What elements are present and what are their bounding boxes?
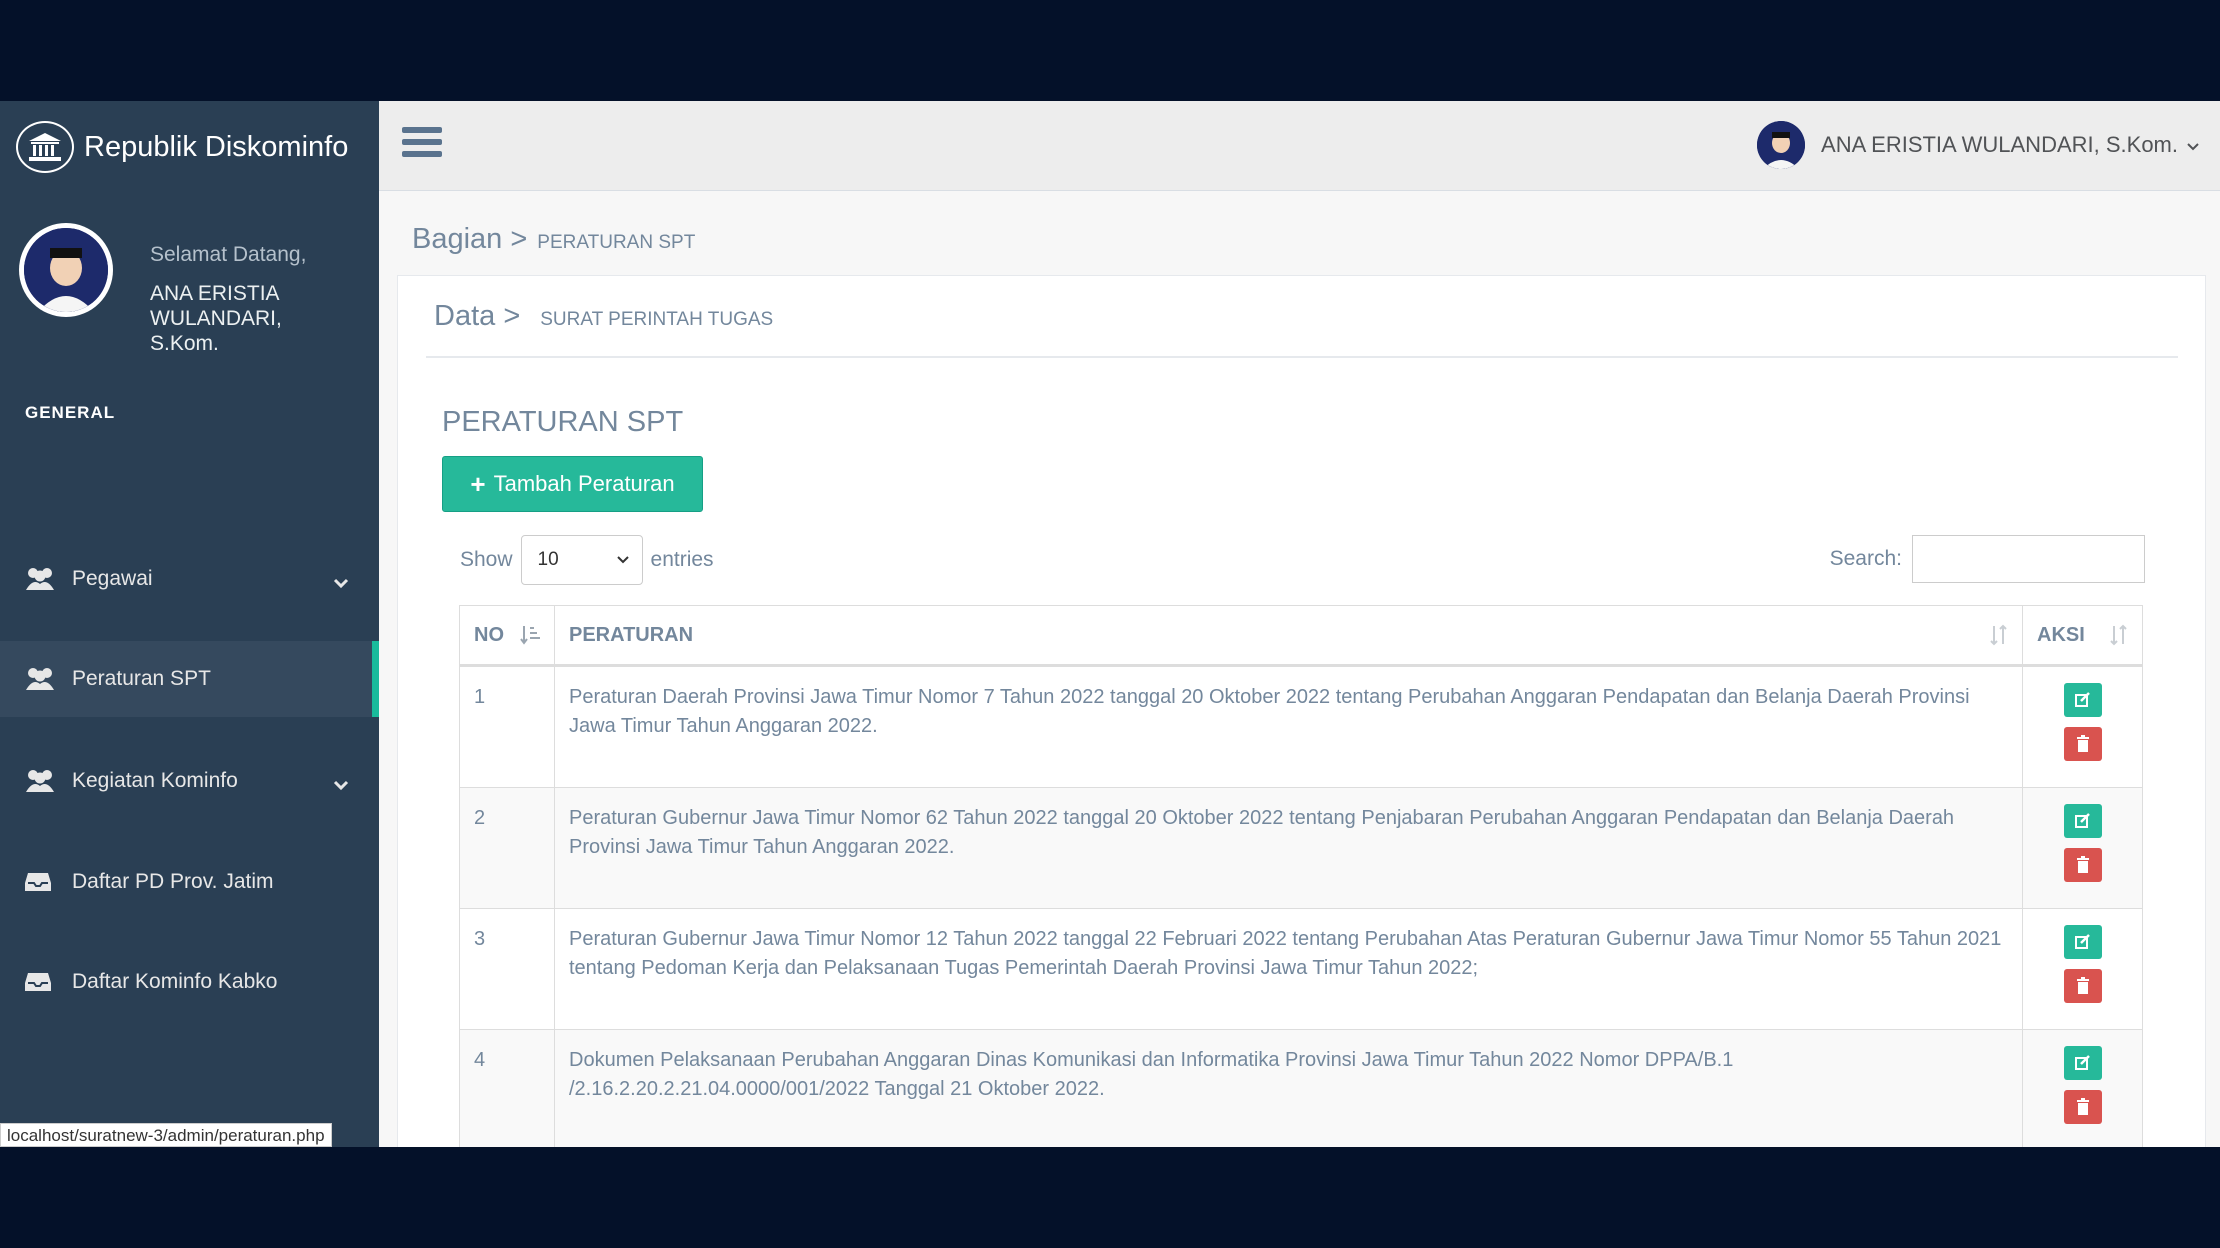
entries-label: entries: [650, 548, 714, 571]
avatar: [19, 223, 113, 317]
breadcrumb-root: Bagian >: [412, 223, 528, 255]
edit-button[interactable]: [2063, 804, 2102, 838]
app-window: Republik Diskominfo Selamat Datang, ANA …: [0, 101, 2220, 1147]
institution-icon: [16, 121, 74, 173]
column-header-aksi[interactable]: AKSI: [2022, 605, 2143, 667]
table-header-row: NO PERATURAN AKSI: [459, 605, 2143, 667]
row-actions: [2022, 908, 2143, 1030]
edit-icon: [2074, 692, 2090, 707]
sidebar: Republik Diskominfo Selamat Datang, ANA …: [0, 101, 379, 1147]
panel-title: Data > SURAT PERINTAH TUGAS: [434, 300, 773, 333]
profile-name: ANA ERISTIA WULANDARI, S.Kom.: [150, 282, 282, 355]
row-actions: [2022, 787, 2143, 909]
menu-toggle-icon[interactable]: [402, 127, 442, 163]
sort-asc-icon: [520, 624, 542, 652]
trash-icon: [2076, 1098, 2089, 1115]
trash-icon: [2076, 977, 2089, 994]
sidebar-item-label: Kegiatan Kominfo: [72, 769, 238, 792]
edit-icon: [2074, 813, 2090, 828]
sidebar-item-peraturan-spt[interactable]: Peraturan SPT: [0, 641, 379, 717]
panel-title-sub: SURAT PERINTAH TUGAS: [540, 309, 774, 330]
inbox-icon: [24, 871, 56, 893]
column-header-peraturan[interactable]: PERATURAN: [554, 605, 2023, 667]
table-row: 4 Dokumen Pelaksanaan Perubahan Anggaran…: [459, 1029, 2143, 1147]
trash-icon: [2076, 856, 2089, 873]
column-header-no[interactable]: NO: [459, 605, 555, 667]
sidebar-item-kegiatan-kominfo[interactable]: Kegiatan Kominfo: [0, 743, 379, 819]
edit-button[interactable]: [2063, 925, 2102, 959]
edit-icon: [2074, 934, 2090, 949]
breadcrumb-current: PERATURAN SPT: [537, 232, 696, 253]
sidebar-item-daftar-pd[interactable]: Daftar PD Prov. Jatim: [0, 844, 379, 920]
sort-icon: [1988, 624, 2010, 652]
users-icon: [24, 768, 56, 794]
chevron-down-icon: [333, 571, 349, 595]
plus-icon: +: [470, 468, 486, 499]
user-menu[interactable]: ANA ERISTIA WULANDARI, S.Kom.: [1757, 120, 2200, 170]
trash-icon: [2076, 735, 2089, 752]
sidebar-item-label: Peraturan SPT: [72, 667, 211, 690]
edit-button[interactable]: [2063, 683, 2102, 717]
inbox-icon: [24, 971, 56, 993]
entries-select-value: 10: [537, 549, 559, 570]
chevron-down-icon: [333, 773, 349, 797]
table-row: 1 Peraturan Daerah Provinsi Jawa Timur N…: [459, 665, 2143, 788]
delete-button[interactable]: [2063, 969, 2102, 1003]
row-number: 2: [459, 787, 555, 909]
sidebar-item-daftar-kominfo-kabko[interactable]: Daftar Kominfo Kabko: [0, 944, 379, 1020]
section-heading: PERATURAN SPT: [442, 406, 684, 438]
add-regulation-label: Tambah Peraturan: [493, 471, 675, 496]
row-regulation-text: Dokumen Pelaksanaan Perubahan Anggaran D…: [554, 1029, 2023, 1147]
welcome-text: Selamat Datang,: [150, 243, 307, 266]
chevron-down-icon: [616, 556, 629, 564]
delete-button[interactable]: [2063, 727, 2102, 761]
row-number: 4: [459, 1029, 555, 1147]
row-actions: [2022, 1029, 2143, 1147]
divider: [426, 356, 2178, 358]
edit-icon: [2074, 1055, 2090, 1070]
row-regulation-text: Peraturan Gubernur Jawa Timur Nomor 12 T…: [554, 908, 2023, 1030]
sidebar-item-pegawai[interactable]: Pegawai: [0, 541, 379, 617]
top-navbar: ANA ERISTIA WULANDARI, S.Kom.: [379, 101, 2220, 191]
panel-title-main: Data >: [434, 300, 521, 332]
sidebar-item-label: Daftar Kominfo Kabko: [72, 970, 278, 993]
row-regulation-text: Peraturan Daerah Provinsi Jawa Timur Nom…: [554, 665, 2023, 788]
users-icon: [24, 666, 56, 692]
table-row: 2 Peraturan Gubernur Jawa Timur Nomor 62…: [459, 787, 2143, 909]
entries-select[interactable]: 10: [520, 535, 643, 585]
regulations-table: NO PERATURAN AKSI 1 Peraturan Daerah Pro…: [459, 605, 2143, 1147]
avatar: [1757, 121, 1806, 169]
users-icon: [24, 566, 56, 592]
show-label: Show: [460, 548, 513, 571]
sort-icon: [2108, 624, 2130, 652]
row-regulation-text: Peraturan Gubernur Jawa Timur Nomor 62 T…: [554, 787, 2023, 909]
row-number: 1: [459, 665, 555, 788]
entries-length-control: Show 10 entries: [460, 535, 714, 585]
table-search: Search:: [1830, 535, 2145, 583]
content-panel: Data > SURAT PERINTAH TUGAS PERATURAN SP…: [397, 275, 2206, 1147]
delete-button[interactable]: [2063, 1090, 2102, 1124]
user-menu-name: ANA ERISTIA WULANDARI, S.Kom.: [1821, 132, 2178, 157]
sidebar-item-label: Pegawai: [72, 567, 153, 590]
menu-section-title: GENERAL: [25, 403, 116, 422]
row-actions: [2022, 665, 2143, 788]
search-input[interactable]: [1912, 535, 2145, 583]
breadcrumb: Bagian > PERATURAN SPT: [412, 223, 695, 256]
brand-title: Republik Diskominfo: [84, 130, 349, 163]
browser-status-bar: localhost/suratnew-3/admin/peraturan.php: [0, 1123, 332, 1147]
row-number: 3: [459, 908, 555, 1030]
brand[interactable]: Republik Diskominfo: [16, 119, 348, 175]
sidebar-item-label: Daftar PD Prov. Jatim: [72, 870, 274, 893]
chevron-down-icon: [2186, 132, 2200, 158]
search-label: Search:: [1829, 547, 1902, 570]
add-regulation-button[interactable]: + Tambah Peraturan: [442, 456, 703, 512]
delete-button[interactable]: [2063, 848, 2102, 882]
edit-button[interactable]: [2063, 1046, 2102, 1080]
table-row: 3 Peraturan Gubernur Jawa Timur Nomor 12…: [459, 908, 2143, 1030]
